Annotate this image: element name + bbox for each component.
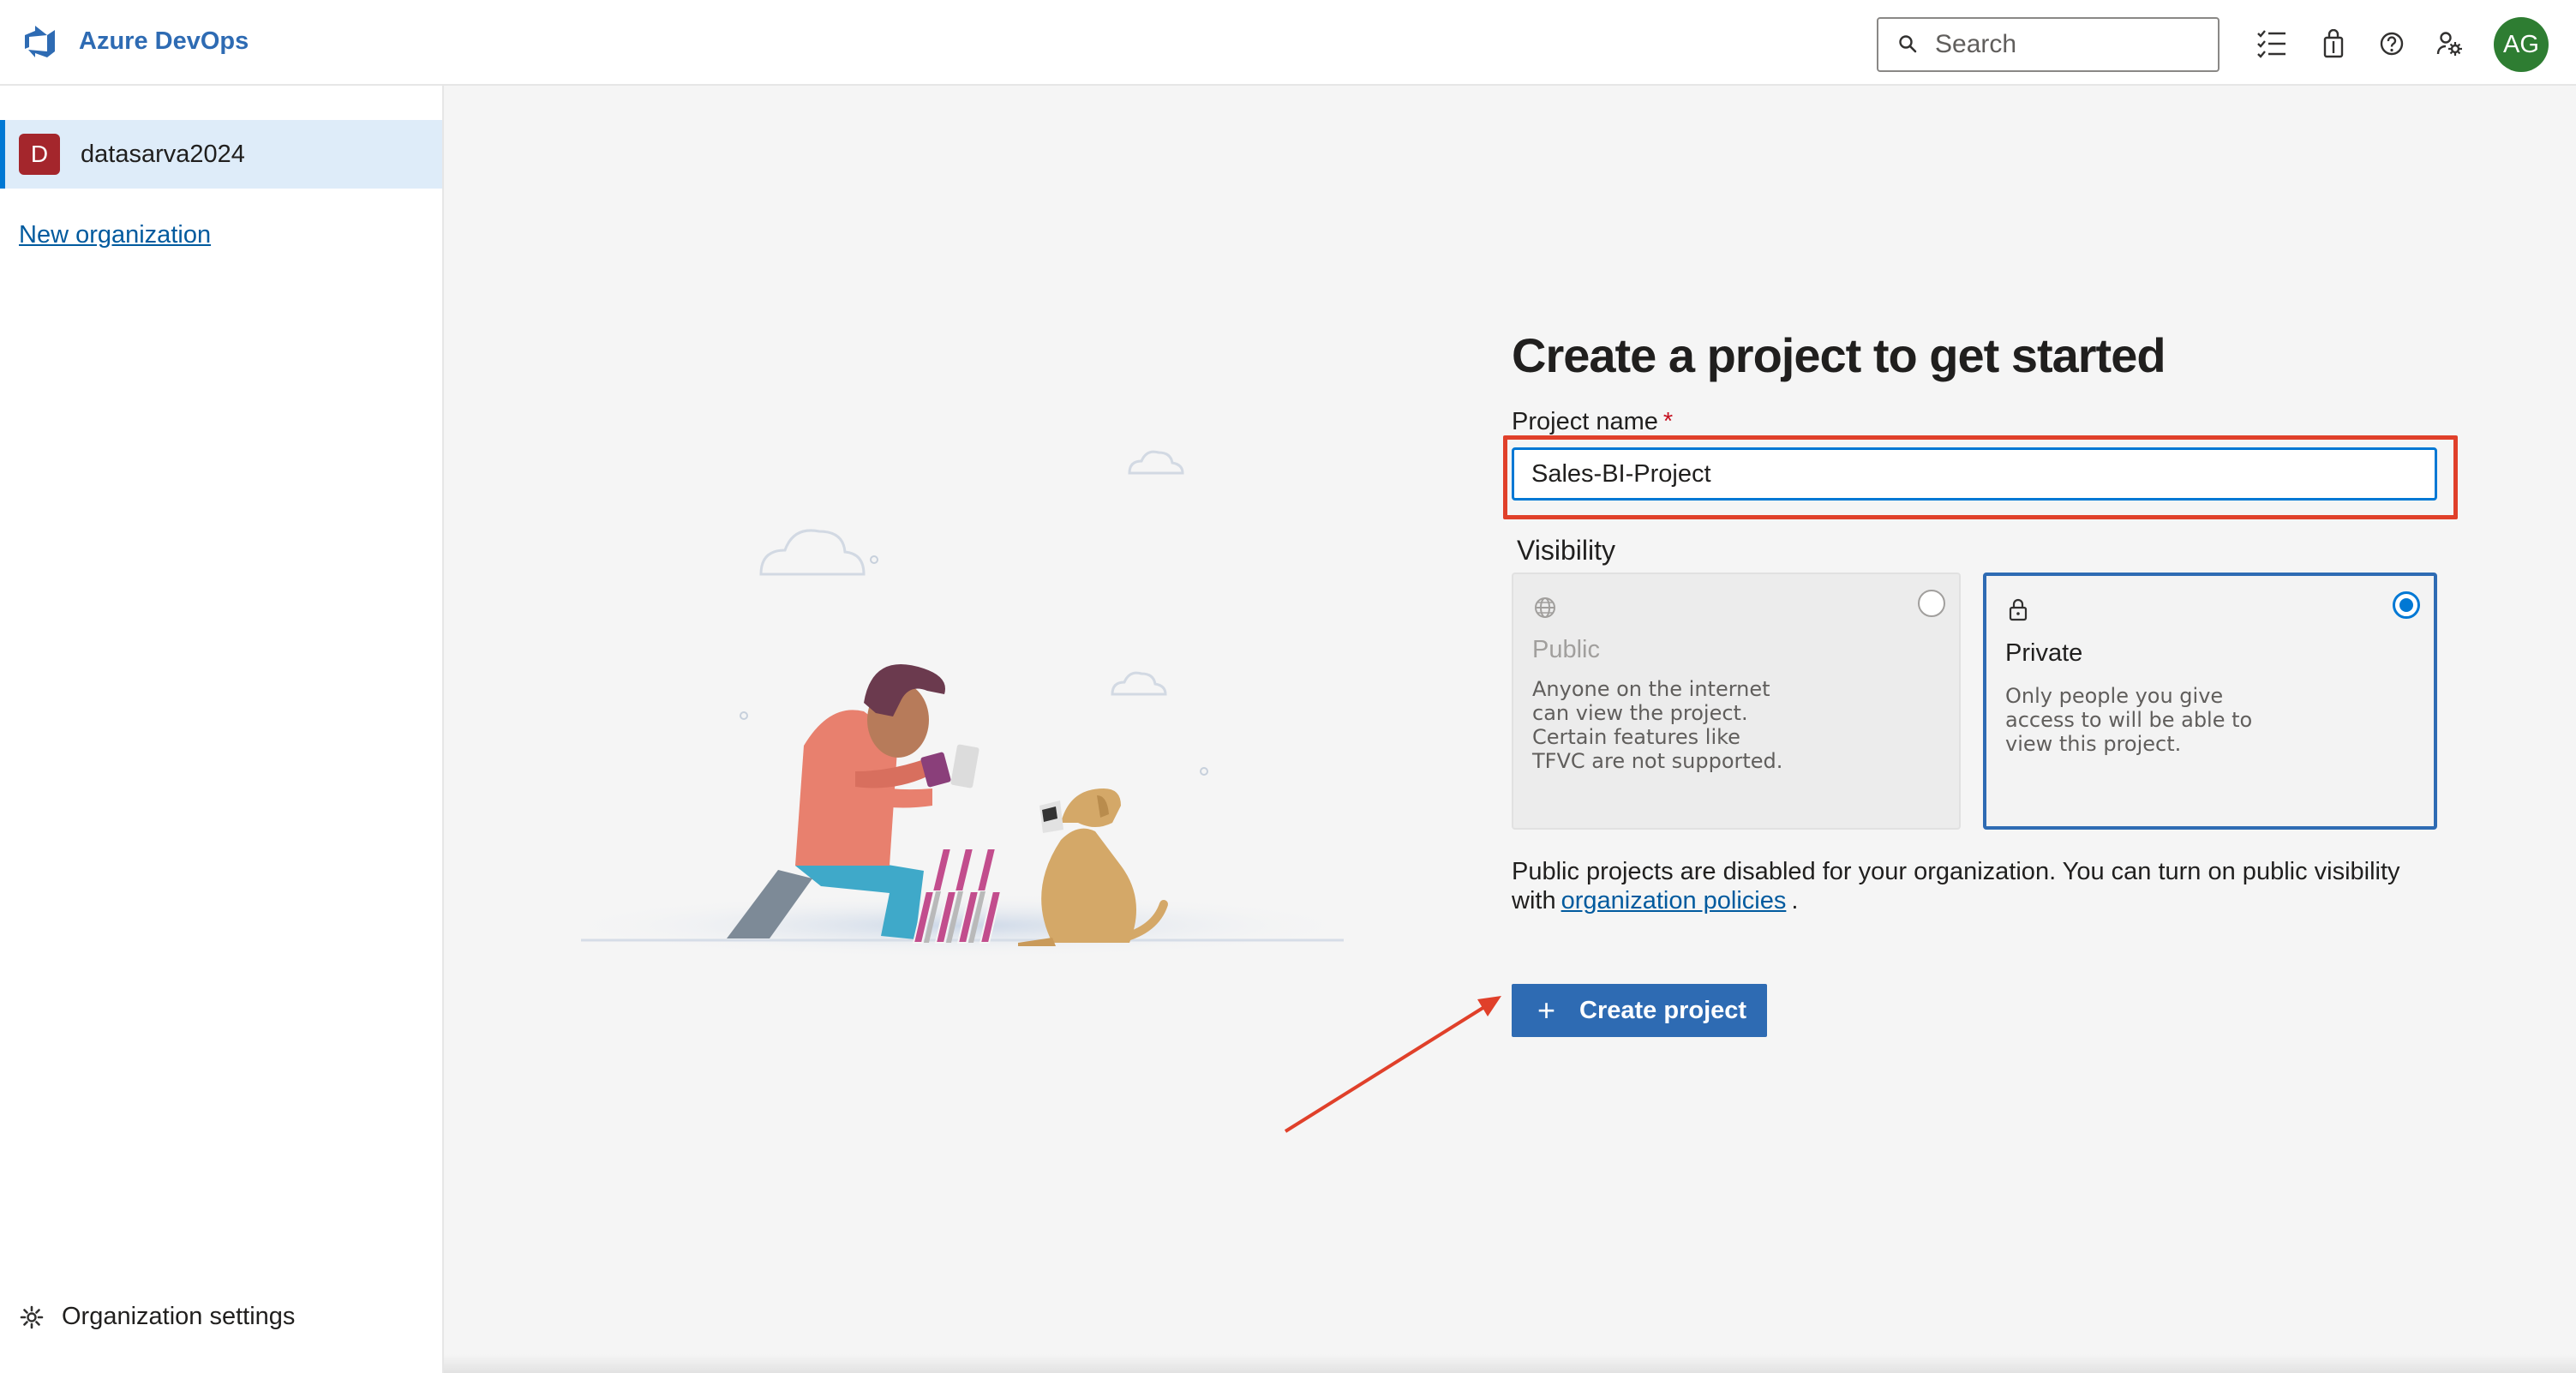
main-content: Create a project to get started Project … [444, 86, 2576, 1373]
page-title: Create a project to get started [1512, 328, 2166, 382]
project-name-input[interactable] [1512, 447, 2437, 501]
required-marker: * [1662, 408, 1674, 435]
new-organization-link[interactable]: New organization [19, 221, 211, 249]
brand-name: Azure DevOps [79, 27, 249, 55]
search-input[interactable] [1935, 30, 2192, 59]
lock-icon [2009, 598, 2028, 621]
top-header: Azure DevOps Search AG [0, 0, 2576, 86]
private-radio[interactable] [2393, 591, 2420, 619]
project-name-label-text: Project name [1512, 408, 1658, 435]
organization-settings-button[interactable]: Organization settings [19, 1303, 295, 1331]
gear-icon [20, 1305, 44, 1328]
brand[interactable]: Azure DevOps [21, 22, 249, 60]
bottom-shadow [444, 1354, 2576, 1373]
marketplace-bag-icon[interactable] [2317, 27, 2350, 60]
search-box[interactable] [1877, 17, 2220, 72]
org-avatar: D [19, 134, 60, 175]
notice-end: . [1791, 887, 1799, 914]
private-title: Private [2005, 639, 2083, 667]
sidebar-item-organization[interactable]: D datasarva2024 [0, 120, 442, 189]
help-icon[interactable] [2375, 27, 2408, 60]
org-name: datasarva2024 [81, 140, 245, 168]
visibility-option-private[interactable]: Private Only people you give access to w… [1983, 573, 2437, 830]
organization-settings-label: Organization settings [62, 1303, 296, 1330]
public-radio[interactable] [1918, 590, 1945, 617]
globe-icon [1535, 597, 1555, 618]
create-project-button[interactable]: + Create project [1512, 984, 1767, 1037]
create-project-label: Create project [1579, 996, 1747, 1024]
public-disabled-notice: Public projects are disabled for your or… [1512, 857, 2454, 915]
work-items-icon[interactable] [2255, 27, 2288, 60]
public-title: Public [1532, 636, 1600, 663]
user-settings-icon[interactable] [2434, 27, 2466, 60]
search-icon [1899, 35, 1917, 53]
welcome-illustration [572, 450, 1361, 958]
user-avatar[interactable]: AG [2494, 17, 2549, 72]
organization-policies-link[interactable]: organization policies [1561, 887, 1787, 914]
visibility-option-public[interactable]: Public Anyone on the internet can view t… [1512, 573, 1961, 830]
azure-devops-logo-icon [25, 26, 55, 57]
visibility-label: Visibility [1517, 535, 1615, 566]
sidebar: D datasarva2024 New organization Organiz… [0, 86, 444, 1373]
project-name-label: Project name * [1512, 408, 1673, 436]
public-description: Anyone on the internet can view the proj… [1532, 677, 1783, 773]
plus-icon: + [1537, 992, 1556, 1028]
private-description: Only people you give access to will be a… [2005, 684, 2253, 756]
